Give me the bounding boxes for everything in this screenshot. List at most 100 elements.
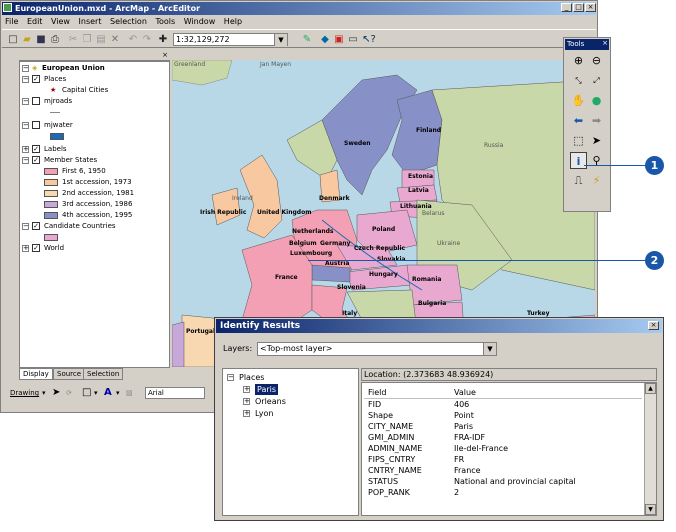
checkbox-unchecked[interactable] [32,121,40,129]
expand-icon[interactable]: + [243,410,250,417]
close-icon[interactable]: × [602,39,608,47]
print-icon[interactable]: ⎙ [48,33,62,46]
maximize-button[interactable]: □ [573,3,584,12]
menu-tools[interactable]: Tools [152,16,178,28]
field-name: GMI_ADMIN [368,433,415,442]
expand-icon[interactable]: + [22,245,29,252]
command-line-icon[interactable]: ▭ [346,33,360,46]
hyperlink-icon[interactable]: ⚡ [588,172,605,189]
tab-display[interactable]: Display [19,368,53,380]
chevron-down-icon[interactable]: ▼ [274,34,287,46]
map-label: Irish Republic [200,209,247,216]
menu-view[interactable]: View [48,16,73,28]
open-icon[interactable]: ▰ [20,33,34,46]
chevron-down-icon[interactable]: ▼ [483,343,496,355]
column-header-field[interactable]: Field [368,387,386,398]
select-features-icon[interactable]: ⬚ [570,132,587,149]
drawing-menu[interactable]: Drawing [10,384,39,402]
menu-help[interactable]: Help [221,16,245,28]
checkbox-checked[interactable]: ✓ [32,145,40,153]
menu-file[interactable]: File [2,16,21,28]
zoom-out-icon[interactable]: ⊖ [588,52,605,69]
tab-selection[interactable]: Selection [83,368,124,380]
copy-icon[interactable]: ❐ [80,33,94,46]
arctoolbox-icon[interactable]: ▣ [332,33,346,46]
collapse-icon[interactable]: − [227,374,234,381]
scroll-down-icon[interactable]: ▼ [645,504,656,515]
menu-edit[interactable]: Edit [24,16,46,28]
cut-icon[interactable]: ✂ [66,33,80,46]
checkbox-checked[interactable]: ✓ [32,244,40,252]
legend-label: Capital Cities [62,86,109,94]
rectangle-icon[interactable]: □ [82,384,91,402]
add-data-icon[interactable]: ✚ [156,33,170,46]
identify-results-dialog: Identify Results × Layers: <Top-most lay… [214,317,664,521]
rotate-icon[interactable]: ⟳ [66,384,72,402]
location-readout: Location: (2.373683 48.936924) [361,368,657,381]
measure-icon[interactable]: ⎍ [570,172,587,189]
fixed-zoom-out-icon[interactable]: ⤢ [588,72,605,89]
close-button[interactable]: × [585,3,596,12]
map-label: Portugal [186,328,216,335]
checkbox-checked[interactable]: ✓ [32,156,40,164]
dropdown-arrow-icon[interactable]: ▾ [42,384,46,402]
pan-icon[interactable]: ✋ [570,92,587,109]
menu-selection[interactable]: Selection [107,16,150,28]
expand-icon[interactable]: + [243,386,250,393]
field-value: FR [454,455,465,464]
undo-icon[interactable]: ↶ [126,33,140,46]
collapse-icon[interactable]: − [22,98,29,105]
editor-toolbar-icon[interactable]: ✎ [300,33,314,46]
redo-icon[interactable]: ↷ [140,33,154,46]
text-icon[interactable]: A [104,384,112,402]
dropdown-arrow-icon[interactable]: ▾ [116,384,120,402]
zoom-in-icon[interactable]: ⊕ [570,52,587,69]
expand-icon[interactable]: + [243,398,250,405]
map-label: Denmark [319,195,350,202]
header-divider [364,398,642,399]
collapse-icon[interactable]: − [22,157,29,164]
arccatalog-icon[interactable]: ◆ [318,33,332,46]
checkbox-checked[interactable]: ✓ [32,75,40,83]
map-scale-value: 1:32,129,272 [176,35,230,44]
checkbox-unchecked[interactable] [32,97,40,105]
attribute-scrollbar[interactable]: ▲ ▼ [644,383,656,515]
map-label: Netherlands [292,228,334,235]
new-icon[interactable]: □ [6,33,20,46]
collapse-icon[interactable]: − [22,65,29,72]
identify-icon[interactable]: i [570,152,587,169]
portugal-shape [172,321,185,367]
map-label: Austria [325,260,350,267]
dropdown-arrow-icon[interactable]: ▾ [94,384,98,402]
tab-source[interactable]: Source [53,368,86,380]
picture-icon[interactable]: ▨ [126,384,133,402]
minimize-button[interactable]: _ [561,3,572,12]
fixed-zoom-in-icon[interactable]: ⤡ [570,72,587,89]
full-extent-icon[interactable]: ● [588,92,605,109]
collapse-icon[interactable]: − [22,223,29,230]
collapse-icon[interactable]: − [22,76,29,83]
whats-this-icon[interactable]: ↖? [362,33,376,46]
collapse-icon[interactable]: − [22,122,29,129]
menu-insert[interactable]: Insert [76,16,105,28]
column-header-value[interactable]: Value [454,387,476,398]
select-elements-icon[interactable]: ➤ [52,384,60,402]
expand-icon[interactable]: + [22,146,29,153]
font-select[interactable]: Arial [145,387,205,399]
font-value: Arial [148,389,164,397]
map-label: Sweden [344,140,371,147]
menu-window[interactable]: Window [181,16,219,28]
close-icon[interactable]: × [648,321,659,330]
scroll-up-icon[interactable]: ▲ [645,383,656,394]
save-icon[interactable]: ■ [34,33,48,46]
toc-close-icon[interactable]: × [162,51,168,59]
checkbox-checked[interactable]: ✓ [32,222,40,230]
back-extent-icon[interactable]: ⬅ [570,112,587,129]
map-scale-field[interactable]: 1:32,129,272 ▼ [173,33,288,46]
forward-extent-icon[interactable]: ➡ [588,112,605,129]
select-elements-icon[interactable]: ➤ [588,132,605,149]
delete-icon[interactable]: ✕ [108,33,122,46]
layers-select[interactable]: <Top-most layer> ▼ [257,342,497,356]
find-icon[interactable]: ⚲ [588,152,605,169]
paste-icon[interactable]: ▤ [94,33,108,46]
